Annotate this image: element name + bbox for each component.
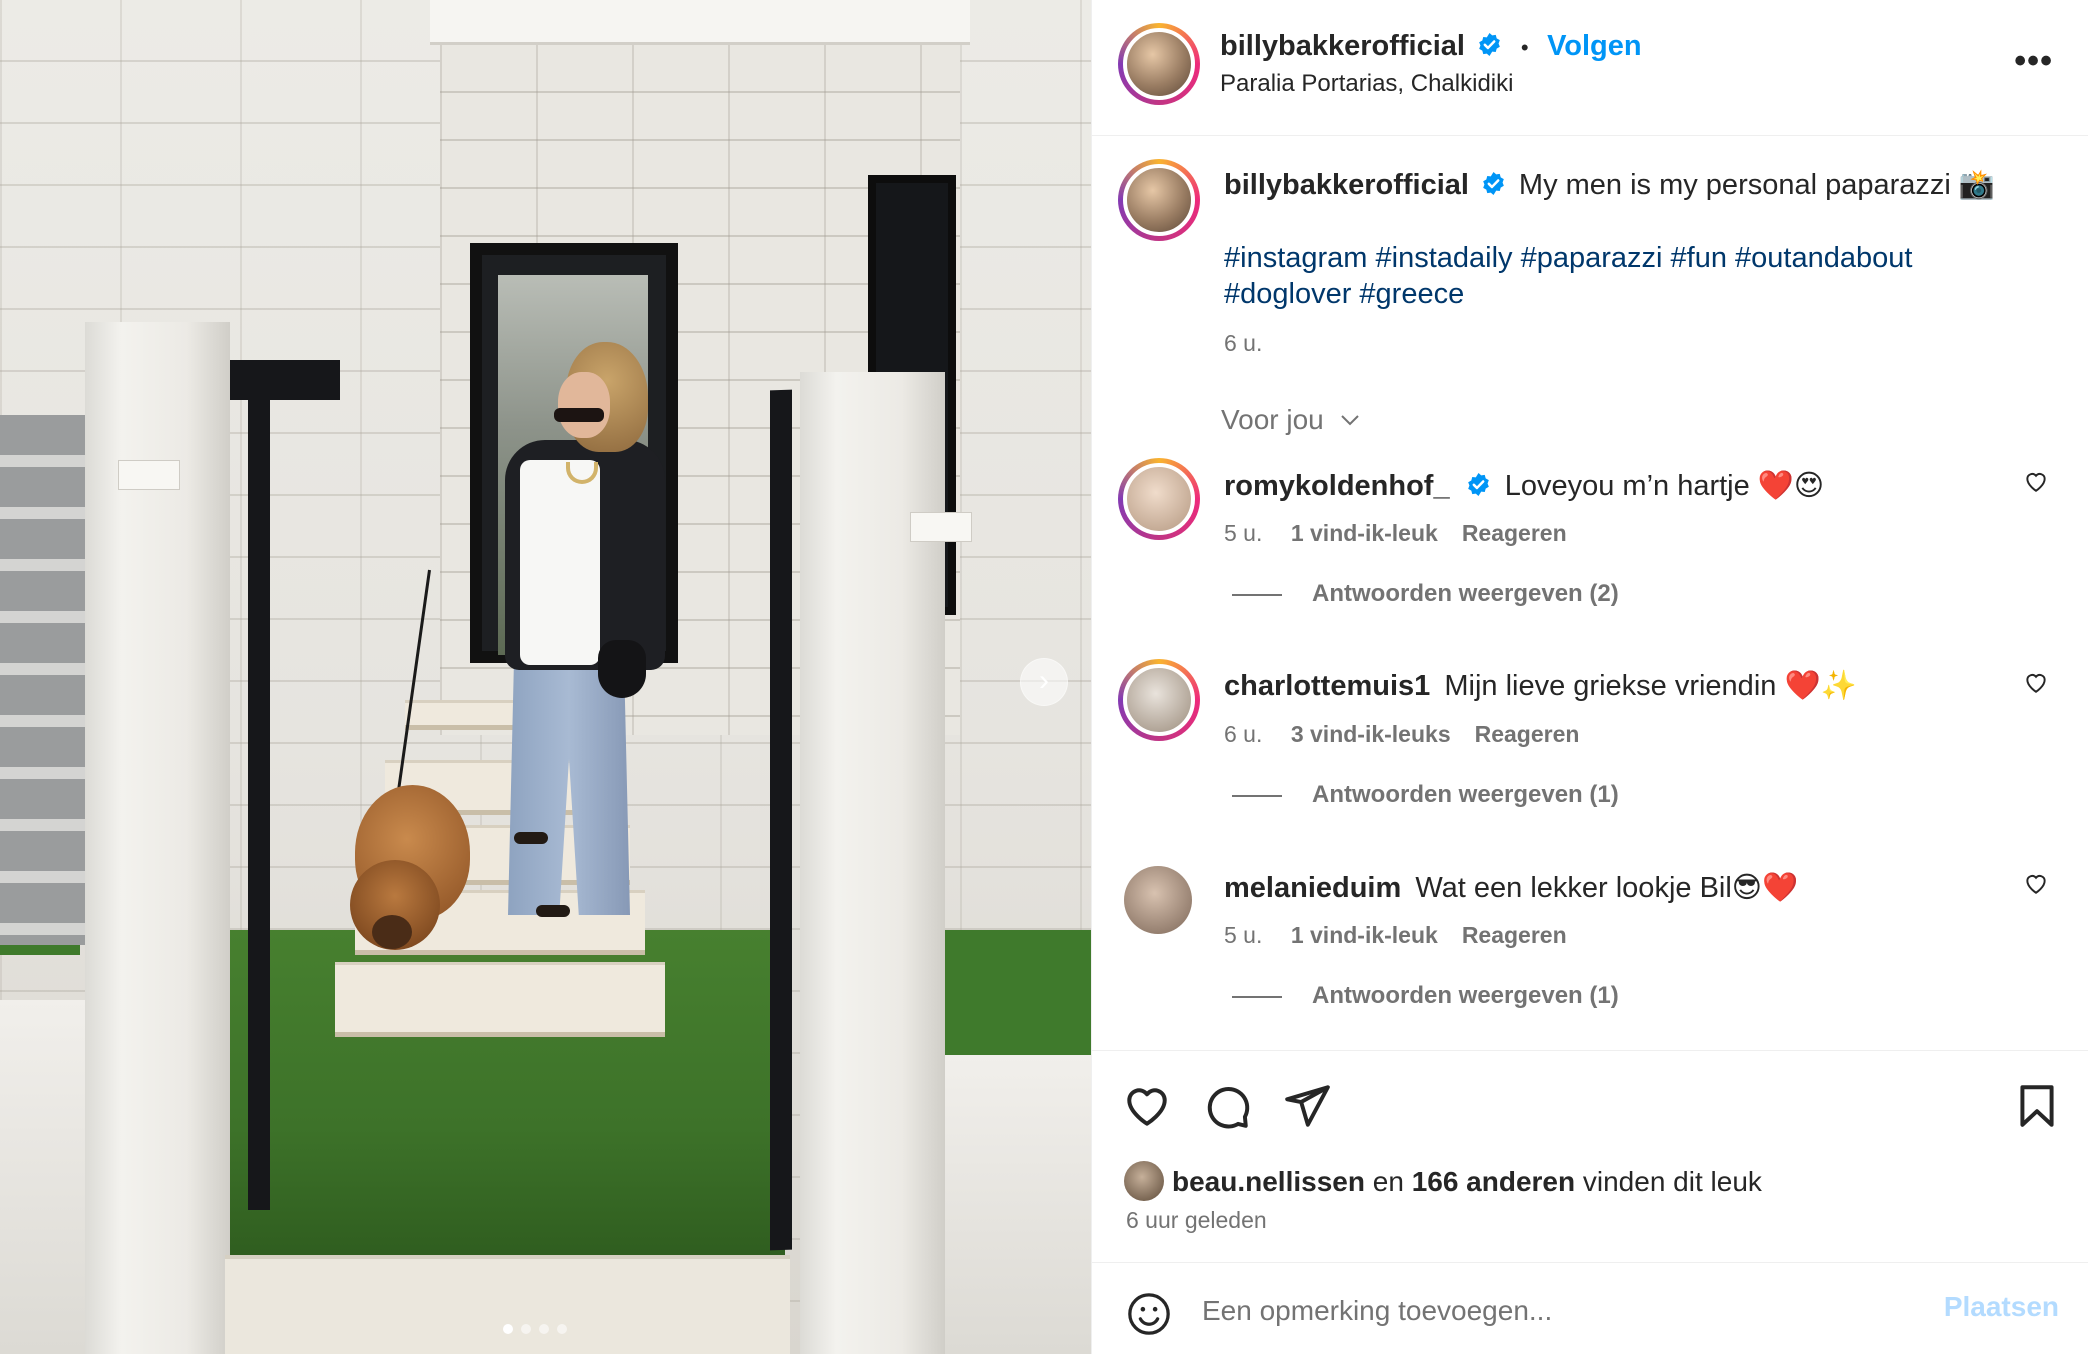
comment-time: 5 u. — [1224, 922, 1263, 948]
post-photo[interactable]: › — [0, 0, 1091, 1354]
caption-text: My men is my personal paparazzi 📸 — [1518, 169, 1996, 201]
carousel-dot — [557, 1324, 567, 1334]
view-replies-button[interactable]: Antwoorden weergeven (1) — [1232, 781, 1619, 809]
comment-time: 6 u. — [1224, 721, 1263, 747]
carousel-next-button[interactable]: › — [1020, 658, 1068, 706]
bookmark-icon[interactable] — [2012, 1081, 2062, 1131]
send-icon[interactable] — [1282, 1081, 1332, 1131]
post-side-panel: billybakkerofficial • Volgen Paralia Por… — [1091, 0, 2088, 1354]
woman-shoe-left — [514, 832, 548, 844]
gate-frame-left — [248, 360, 270, 1210]
verified-badge-icon — [1479, 33, 1501, 56]
caption-avatar[interactable] — [1118, 159, 1200, 241]
carousel-dot — [503, 1324, 513, 1334]
gate-frame-right — [770, 389, 792, 1251]
emoji-icon[interactable] — [1126, 1291, 1172, 1337]
comment-username[interactable]: charlottemuis1 — [1224, 670, 1430, 702]
comment-avatar[interactable] — [1118, 659, 1200, 741]
view-replies-label: Antwoorden weergeven (2) — [1312, 580, 1619, 607]
view-replies-label: Antwoorden weergeven (1) — [1312, 982, 1619, 1009]
caption-time: 6 u. — [1224, 330, 1263, 356]
woman-bag — [598, 640, 646, 698]
woman-face — [558, 372, 610, 438]
pillar-light-left — [118, 460, 180, 490]
reply-button[interactable]: Reageren — [1475, 721, 1580, 747]
post-timestamp[interactable]: 6 uur geleden — [1126, 1207, 1267, 1234]
likes-others[interactable]: 166 anderen — [1412, 1166, 1575, 1197]
lawn-right — [940, 930, 1091, 1060]
post-header: billybakkerofficial • Volgen Paralia Por… — [1092, 0, 2088, 136]
woman-shoe-right — [536, 905, 570, 917]
verified-badge-icon — [1483, 172, 1505, 195]
likes-summary[interactable]: beau.nellissen en 166 anderen vinden dit… — [1124, 1161, 1762, 1201]
view-replies-button[interactable]: Antwoorden weergeven (2) — [1232, 580, 1619, 608]
post-actions: beau.nellissen en 166 anderen vinden dit… — [1092, 1050, 2088, 1260]
low-wall-right — [945, 1055, 1091, 1354]
comment-avatar[interactable] — [1118, 458, 1200, 540]
reply-button[interactable]: Reageren — [1462, 520, 1567, 546]
chevron-down-icon — [1340, 415, 1359, 426]
comment-username[interactable]: melanieduim — [1224, 872, 1401, 904]
author-username[interactable]: billybakkerofficial — [1220, 30, 1465, 62]
likes-suffix: vinden dit leuk — [1582, 1166, 1762, 1197]
author-avatar[interactable] — [1118, 23, 1200, 105]
comment-text: Loveyou m’n hartje ❤️😍 — [1504, 470, 1825, 502]
dog-snout — [372, 915, 412, 949]
liker-username[interactable]: beau.nellissen — [1172, 1166, 1365, 1197]
caption-username[interactable]: billybakkerofficial — [1224, 169, 1469, 201]
carousel-dots — [503, 1324, 567, 1334]
replies-divider — [1232, 593, 1282, 596]
carousel-dot — [521, 1324, 531, 1334]
comment-username[interactable]: romykoldenhof_ — [1224, 470, 1450, 502]
carousel-dot — [539, 1324, 549, 1334]
porch-ceiling — [430, 0, 970, 45]
comment-likes[interactable]: 1 vind-ik-leuk — [1291, 922, 1438, 948]
post-location[interactable]: Paralia Portarias, Chalkidiki — [1220, 70, 1513, 98]
add-comment-bar: Plaatsen — [1092, 1262, 2088, 1354]
comment-time: 5 u. — [1224, 520, 1263, 546]
pillar-light-right — [910, 512, 972, 542]
comment-like-icon[interactable] — [2023, 468, 2049, 494]
more-options-icon[interactable]: ••• — [2014, 42, 2053, 81]
comment-icon[interactable] — [1202, 1081, 1252, 1131]
reply-button[interactable]: Reageren — [1462, 922, 1567, 948]
gate-post-left — [230, 360, 340, 400]
post-comment-button[interactable]: Plaatsen — [1944, 1291, 2059, 1323]
woman-tshirt — [520, 460, 600, 665]
comment-input[interactable] — [1202, 1289, 1882, 1333]
verified-badge-icon — [1467, 473, 1489, 496]
heart-icon[interactable] — [1122, 1081, 1172, 1131]
sort-label: Voor jou — [1221, 404, 1324, 435]
comment-avatar[interactable] — [1124, 866, 1192, 934]
replies-divider — [1232, 794, 1282, 797]
woman-sunglasses — [554, 408, 604, 422]
comment-like-icon[interactable] — [2023, 669, 2049, 695]
comment-like-icon[interactable] — [2023, 870, 2049, 896]
comments-sort-dropdown[interactable]: Voor jou — [1221, 404, 1362, 436]
likes-connector: en — [1372, 1166, 1404, 1197]
replies-divider — [1232, 995, 1282, 998]
follow-button[interactable]: Volgen — [1547, 30, 1642, 62]
fence-slats — [0, 415, 90, 945]
comment-likes[interactable]: 3 vind-ik-leuks — [1291, 721, 1451, 747]
liker-avatar — [1124, 1161, 1164, 1201]
view-replies-label: Antwoorden weergeven (1) — [1312, 781, 1619, 808]
comment-text: Wat een lekker lookje Bil😎❤️ — [1415, 872, 1799, 904]
separator-dot: • — [1520, 35, 1529, 60]
view-replies-button[interactable]: Antwoorden weergeven (1) — [1232, 982, 1619, 1010]
caption-hashtags[interactable]: #instagram #instadaily #paparazzi #fun #… — [1224, 240, 2004, 312]
ground-slab — [225, 1255, 790, 1354]
comment-likes[interactable]: 1 vind-ik-leuk — [1291, 520, 1438, 546]
comment-text: Mijn lieve griekse vriendin ❤️✨ — [1444, 670, 1857, 702]
chevron-right-icon: › — [1039, 664, 1049, 697]
